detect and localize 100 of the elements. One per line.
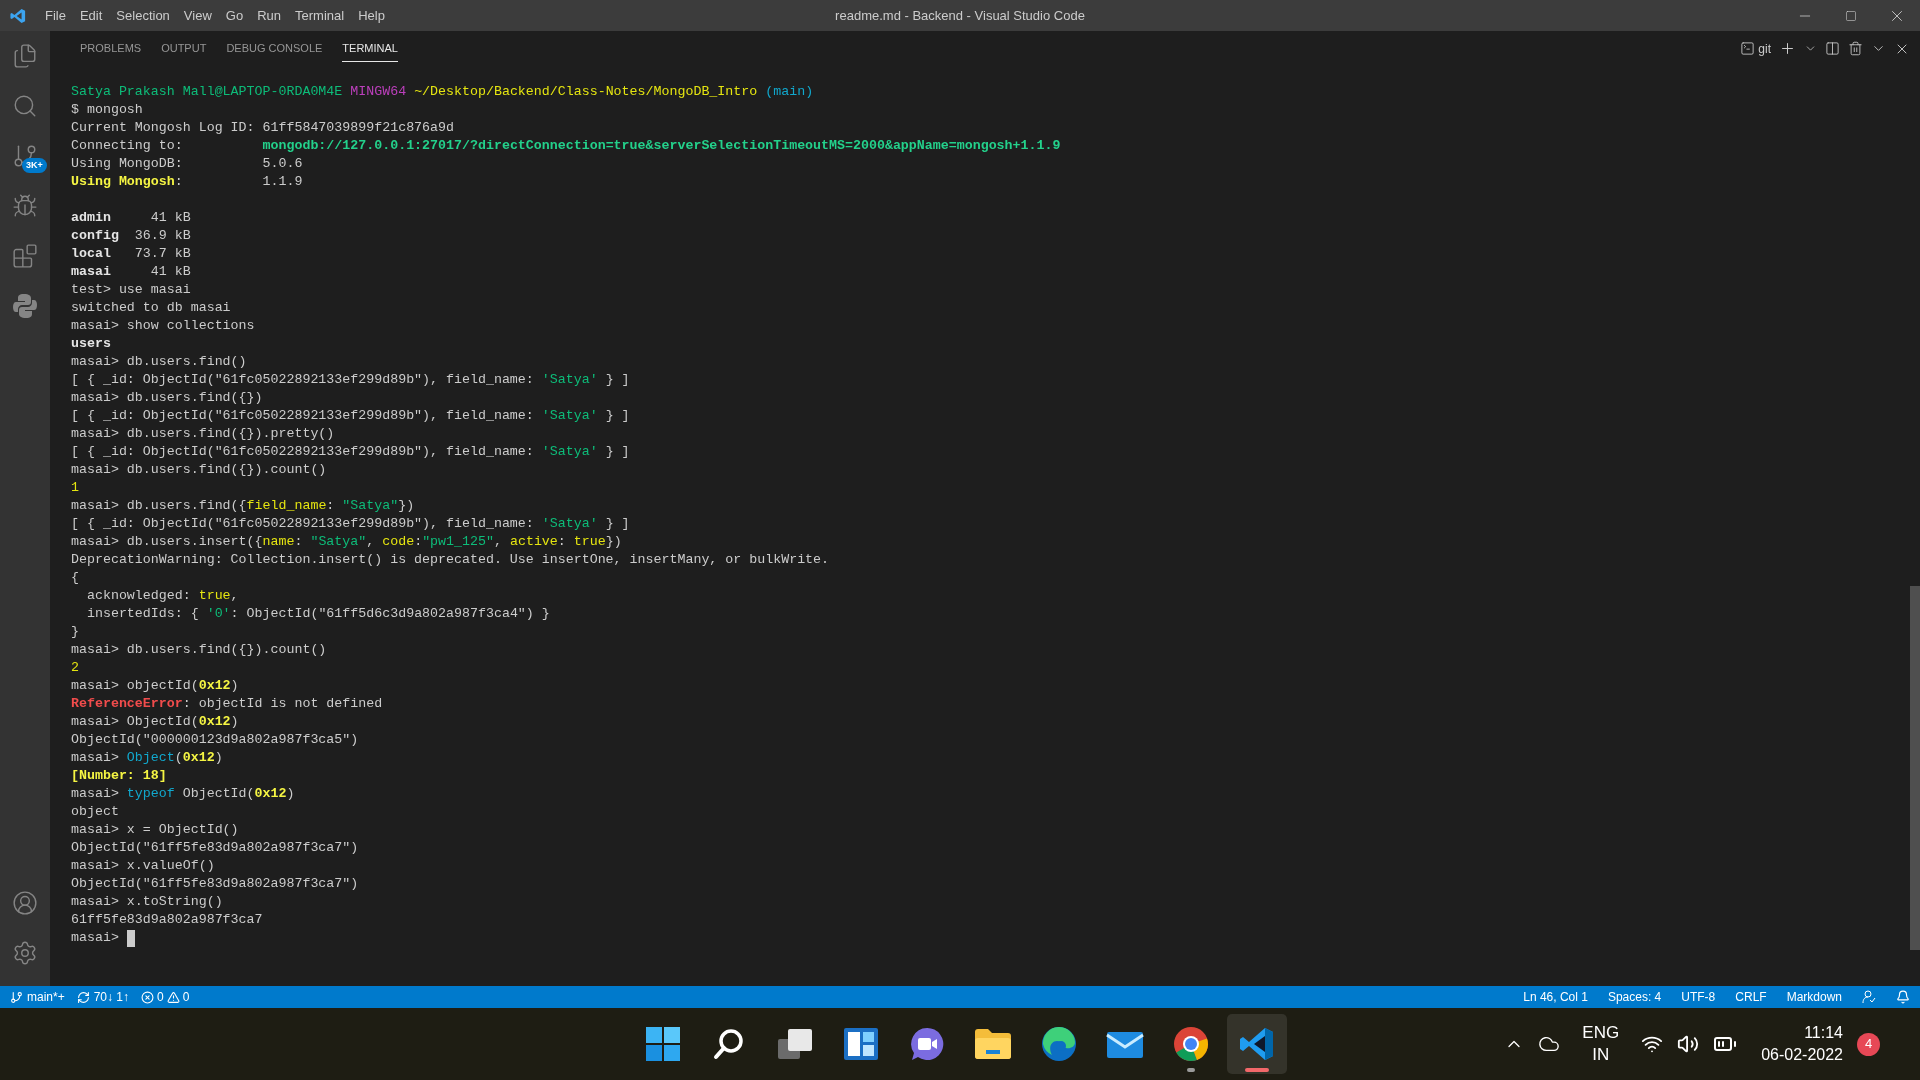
terminal-line: masai> show collections — [71, 317, 255, 335]
terminal-line: masai> db.users.find({}) — [71, 389, 263, 407]
terminal-line: admin 41 kB — [71, 209, 191, 227]
terminal-line: masai> db.users.find({}).pretty() — [71, 425, 335, 443]
window-title: readme.md - Backend - Visual Studio Code — [835, 6, 1085, 25]
terminal-line: local 73.7 kB — [71, 245, 191, 263]
search-icon[interactable] — [712, 1027, 746, 1061]
terminal-line: masai> x = ObjectId() — [71, 821, 239, 839]
terminal-line: masai> — [71, 929, 119, 947]
terminal-line: 1 — [71, 479, 79, 497]
browser-icon[interactable] — [1173, 1026, 1209, 1062]
error-icon[interactable] — [141, 990, 155, 1004]
branch-name[interactable]: main*+ — [27, 988, 65, 1006]
task-view-icon[interactable] — [777, 1028, 813, 1060]
terminal-line: ObjectId("000000123d9a802a987f3ca5") — [71, 731, 359, 749]
terminal-line: [ { _id: ObjectId("61fc05022892133ef299d89b"), field_name: 'Satya' } ] — [71, 443, 630, 461]
panel-tab[interactable]: DEBUG CONSOLE — [226, 34, 323, 63]
files-icon[interactable] — [12, 43, 38, 69]
terminal-line: acknowledged: true, — [85, 587, 239, 605]
terminal-line: test> use masai — [71, 281, 191, 299]
terminal-line: ObjectId("61ff5fe83d9a802a987f3ca7") — [71, 839, 359, 857]
terminal-line: insertedIds: { '0': ObjectId("61ff5d6c3d9a802a987f3ca4") } — [85, 605, 550, 623]
terminal-line: masai> db.users.find({field_name: "Satya"}) — [71, 497, 415, 515]
code-editor-icon[interactable] — [1239, 1026, 1275, 1062]
split-terminal-icon[interactable] — [1825, 41, 1840, 56]
panel-tab[interactable]: TERMINAL — [342, 34, 398, 63]
app-logo-icon — [10, 7, 26, 24]
terminal-line: Using Mongosh: 1.1.9 — [71, 173, 303, 191]
terminal-line: { — [71, 569, 79, 587]
notifications-icon[interactable] — [1896, 990, 1910, 1004]
terminal-line: masai> db.users.find() — [71, 353, 247, 371]
terminal-line: ObjectId("61ff5fe83d9a802a987f3ca7") — [71, 875, 359, 893]
terminal-line: Current Mongosh Log ID: 61ff5847039899f21c876a9d — [71, 119, 454, 137]
menu-item[interactable]: File — [38, 5, 73, 26]
new-terminal-icon[interactable] — [1779, 40, 1796, 57]
status-item[interactable]: Markdown — [1786, 988, 1842, 1006]
terminal-line: masai> ObjectId(0x12) — [71, 713, 239, 731]
feedback-icon[interactable] — [1862, 990, 1876, 1004]
panel-tab[interactable]: PROBLEMS — [80, 34, 142, 63]
terminal-line: [Number: 18] — [71, 767, 167, 785]
terminal-line: [ { _id: ObjectId("61fc05022892133ef299d89b"), field_name: 'Satya' } ] — [71, 515, 630, 533]
shell-label[interactable]: git — [1758, 39, 1771, 58]
settings-icon[interactable] — [12, 940, 38, 966]
terminal-line: ReferenceError: objectId is not defined — [71, 695, 383, 713]
terminal-line: masai> db.users.find({}).count() — [71, 461, 327, 479]
status-item[interactable]: CRLF — [1735, 988, 1767, 1006]
terminal-line: $ mongosh — [71, 101, 143, 119]
mail-icon[interactable] — [1106, 1029, 1144, 1059]
terminal-line: masai> db.users.find({}).count() — [71, 641, 327, 659]
browser-icon[interactable] — [1041, 1026, 1077, 1062]
terminal-line: masai> typeof ObjectId(0x12) — [71, 785, 295, 803]
panel-tab[interactable]: OUTPUT — [161, 34, 207, 63]
terminal-line: switched to db masai — [71, 299, 231, 317]
warning-count[interactable]: 0 — [182, 988, 190, 1006]
terminal-line: Connecting to: mongodb://127.0.0.1:27017/?directConnection=true&serverSelectionTimeoutMS=2000&appName=mongosh+1.1.9 — [71, 137, 1061, 155]
error-count[interactable]: 0 — [157, 988, 164, 1006]
menu-item[interactable]: Run — [250, 5, 288, 26]
trash-icon[interactable] — [1848, 41, 1863, 56]
chat-icon[interactable] — [909, 1026, 945, 1062]
account-icon[interactable] — [12, 890, 38, 916]
terminal-line: 2 — [71, 659, 79, 677]
terminal-line: masai> x.valueOf() — [71, 857, 215, 875]
branch-icon[interactable] — [10, 990, 23, 1004]
terminal-line: config 36.9 kB — [71, 227, 191, 245]
terminal-line: 61ff5fe83d9a802a987f3ca7 — [71, 911, 263, 929]
bug-icon[interactable] — [12, 193, 38, 219]
status-item[interactable]: Spaces: 4 — [1607, 988, 1662, 1006]
status-item[interactable]: UTF-8 — [1681, 988, 1716, 1006]
terminal-icon[interactable] — [1740, 41, 1756, 56]
status-item[interactable]: Ln 46, Col 1 — [1523, 988, 1588, 1006]
warning-icon[interactable] — [166, 990, 180, 1004]
menu-item[interactable]: Go — [218, 5, 251, 26]
terminal-line: Satya Prakash Mall@LAPTOP-0RDA0M4E MINGW64 ~/Desktop/Backend/Class-Notes/MongoDB_Intro (main) — [71, 83, 814, 101]
scrollbar-thumb[interactable] — [1910, 586, 1920, 950]
windows-icon[interactable] — [645, 1026, 681, 1062]
terminal-line: DeprecationWarning: Collection.insert() is deprecated. Use insertOne, insertMany, or bulkWrite. — [71, 551, 830, 569]
terminal-line: } — [71, 623, 79, 641]
terminal-line: masai> Object(0x12) — [71, 749, 223, 767]
terminal-line: Using MongoDB: 5.0.6 — [71, 155, 303, 173]
menu-item[interactable]: View — [176, 5, 219, 26]
count-badge: 3K+ — [22, 158, 47, 173]
taskbar-app[interactable] — [1227, 1014, 1287, 1074]
terminal-line: masai> x.toString() — [71, 893, 223, 911]
notification-badge[interactable]: 4 — [1857, 1032, 1880, 1056]
volume-icon[interactable] — [1677, 1033, 1700, 1055]
widgets-icon[interactable] — [843, 1027, 879, 1061]
menu-item[interactable]: Terminal — [288, 5, 352, 26]
terminal-line: object — [71, 803, 119, 821]
sync-icon[interactable] — [76, 990, 90, 1004]
clock[interactable]: 11:14 06-02-2022 — [1761, 1022, 1843, 1066]
language-indicator[interactable]: ENG IN — [1582, 1022, 1620, 1066]
terminal-line: masai> db.users.insert({name: "Satya", code:"pw1_125", active: true}) — [71, 533, 622, 551]
sync-status[interactable]: 70↓ 1↑ — [93, 988, 130, 1006]
menu-item[interactable]: Help — [351, 5, 392, 26]
restore-icon[interactable] — [1845, 9, 1857, 22]
menu-item[interactable]: Edit — [72, 5, 110, 26]
terminal-line: [ { _id: ObjectId("61fc05022892133ef299d89b"), field_name: 'Satya' } ] — [71, 407, 630, 425]
folder-icon[interactable] — [974, 1028, 1012, 1060]
menu-item[interactable]: Selection — [109, 5, 177, 26]
extensions-icon[interactable] — [12, 243, 38, 269]
